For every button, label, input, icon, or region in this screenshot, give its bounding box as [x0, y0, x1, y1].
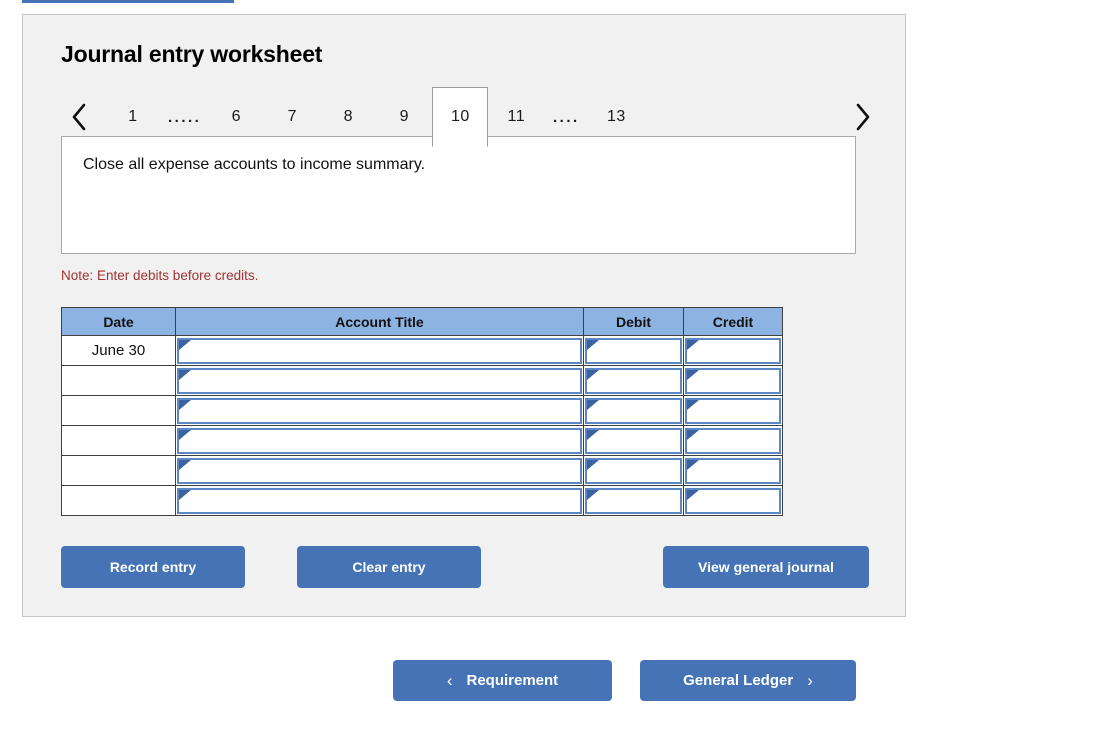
date-value: June 30: [91, 342, 146, 359]
dropdown-triangle-icon: [687, 369, 699, 380]
debit-input[interactable]: [585, 457, 682, 484]
dropdown-triangle-icon: [587, 339, 599, 350]
table-row: [61, 395, 783, 426]
column-header-credit: Credit: [683, 307, 783, 336]
dropdown-triangle-icon: [687, 459, 699, 470]
cell-credit: [683, 485, 783, 516]
dropdown-triangle-icon: [587, 459, 599, 470]
cell-debit: [583, 395, 684, 426]
journal-table-body: June 30: [61, 335, 783, 516]
cell-account-title: [175, 425, 584, 456]
dropdown-triangle-icon: [687, 489, 699, 500]
cell-date: [61, 365, 176, 396]
dropdown-triangle-icon: [587, 489, 599, 500]
cell-credit: [683, 335, 783, 366]
cell-debit: [583, 485, 684, 516]
cell-debit: [583, 455, 684, 486]
journal-entry-table: Date Account Title Debit Credit June 30: [61, 307, 783, 516]
cell-date: June 30: [61, 335, 176, 366]
record-entry-button[interactable]: Record entry: [61, 546, 245, 588]
table-row: [61, 365, 783, 396]
credit-input[interactable]: [685, 487, 781, 514]
dropdown-triangle-icon: [587, 369, 599, 380]
requirement-button-label: Requirement: [466, 672, 559, 689]
requirement-button[interactable]: ‹ Requirement: [393, 660, 612, 701]
dropdown-triangle-icon: [179, 459, 191, 470]
credit-input[interactable]: [685, 457, 781, 484]
page-title: Journal entry worksheet: [61, 41, 323, 67]
cell-date: [61, 425, 176, 456]
column-header-date: Date: [61, 307, 176, 336]
debit-input[interactable]: [585, 427, 682, 454]
cell-credit: [683, 455, 783, 486]
credit-input[interactable]: [685, 337, 781, 364]
entry-description-text: Close all expense accounts to income sum…: [83, 156, 426, 173]
cell-debit: [583, 365, 684, 396]
cell-credit: [683, 365, 783, 396]
chevron-left-icon: ‹: [446, 671, 453, 690]
account-title-input[interactable]: [177, 397, 582, 424]
entry-description-box: Close all expense accounts to income sum…: [61, 136, 856, 254]
chevron-right-icon: ›: [807, 671, 813, 690]
cell-debit: [583, 425, 684, 456]
dropdown-triangle-icon: [587, 399, 599, 410]
debit-input[interactable]: [585, 397, 682, 424]
account-title-input[interactable]: [177, 367, 582, 394]
dropdown-triangle-icon: [687, 399, 699, 410]
table-header-row: Date Account Title Debit Credit: [61, 307, 783, 336]
general-ledger-button[interactable]: General Ledger ›: [640, 660, 856, 701]
cell-account-title: [175, 455, 584, 486]
debit-input[interactable]: [585, 367, 682, 394]
dropdown-triangle-icon: [687, 339, 699, 350]
debit-input[interactable]: [585, 487, 682, 514]
cell-account-title: [175, 335, 584, 366]
cell-date: [61, 485, 176, 516]
column-header-account-title: Account Title: [175, 307, 584, 336]
top-tab-stub: [22, 0, 234, 3]
tab-page-10[interactable]: 10: [432, 87, 489, 147]
cell-date: [61, 395, 176, 426]
cell-date: [61, 455, 176, 486]
table-row: June 30: [61, 335, 783, 366]
dropdown-triangle-icon: [687, 429, 699, 440]
table-row: [61, 485, 783, 516]
debits-before-credits-note: Note: Enter debits before credits.: [61, 268, 259, 283]
dropdown-triangle-icon: [179, 489, 191, 500]
general-ledger-button-label: General Ledger: [683, 672, 794, 689]
dropdown-triangle-icon: [587, 429, 599, 440]
journal-entry-worksheet-panel: Journal entry worksheet 1..... 6 7 8 9 10 11..…: [22, 14, 906, 617]
cell-account-title: [175, 395, 584, 426]
table-row: [61, 425, 783, 456]
dropdown-triangle-icon: [179, 339, 191, 350]
column-header-debit: Debit: [583, 307, 684, 336]
credit-input[interactable]: [685, 367, 781, 394]
cell-account-title: [175, 485, 584, 516]
cell-debit: [583, 335, 684, 366]
dropdown-triangle-icon: [179, 399, 191, 410]
cell-account-title: [175, 365, 584, 396]
dropdown-triangle-icon: [179, 369, 191, 380]
clear-entry-button[interactable]: Clear entry: [297, 546, 481, 588]
account-title-input[interactable]: [177, 337, 582, 364]
account-title-input[interactable]: [177, 457, 582, 484]
account-title-input[interactable]: [177, 427, 582, 454]
credit-input[interactable]: [685, 427, 781, 454]
view-general-journal-button[interactable]: View general journal: [663, 546, 869, 588]
dropdown-triangle-icon: [179, 429, 191, 440]
table-row: [61, 455, 783, 486]
debit-input[interactable]: [585, 337, 682, 364]
account-title-input[interactable]: [177, 487, 582, 514]
cell-credit: [683, 395, 783, 426]
credit-input[interactable]: [685, 397, 781, 424]
cell-credit: [683, 425, 783, 456]
